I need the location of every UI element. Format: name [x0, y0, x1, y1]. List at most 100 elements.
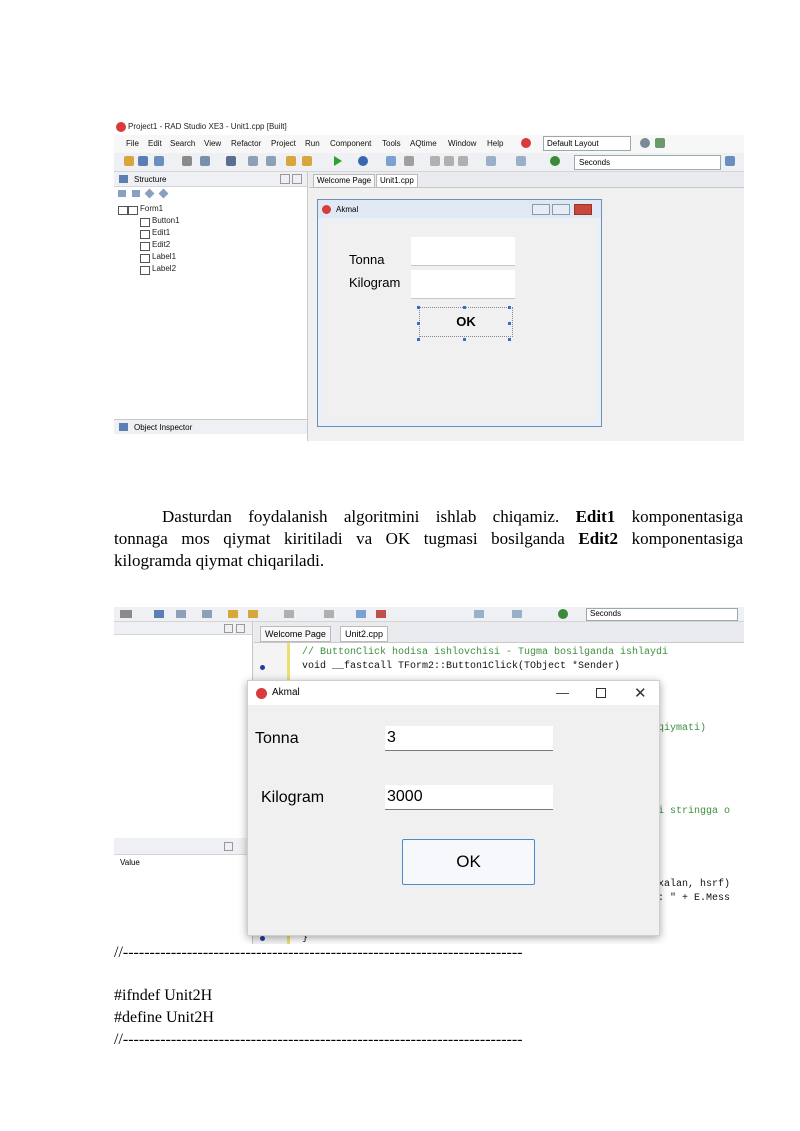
structure-icon [119, 175, 128, 183]
pin-icon[interactable] [280, 174, 290, 184]
tab-welcome-page[interactable]: Welcome Page [313, 174, 376, 188]
maximize-icon[interactable] [552, 204, 570, 215]
project-icon[interactable] [302, 156, 312, 166]
close-panel-icon[interactable] [236, 624, 245, 633]
menu-file[interactable]: File [126, 139, 139, 148]
save-all-icon[interactable] [226, 156, 236, 166]
label-kilogram: Kilogram [349, 275, 401, 290]
step-out-icon[interactable] [458, 156, 468, 166]
code-comment: // ButtonClick hodisa ishlovchisi - Tugm… [302, 647, 669, 658]
target-icon[interactable] [558, 609, 568, 619]
layout-select[interactable]: Default Layout [543, 136, 631, 151]
run-icon[interactable] [334, 156, 342, 166]
save-layout-icon[interactable] [640, 138, 650, 148]
up-icon[interactable] [144, 188, 155, 199]
paragraph-line: tonnaga mos qiymat kiritiladi va OK tugm… [114, 528, 743, 550]
form-client: Tonna Kilogram OK [322, 220, 597, 422]
tab-unit1[interactable]: Unit1.cpp [376, 174, 418, 188]
seconds-select[interactable]: Seconds [574, 155, 721, 170]
kilogram-input[interactable]: 3000 [385, 785, 553, 810]
maximize-icon[interactable] [596, 688, 606, 698]
object-inspector-header [114, 838, 252, 855]
akmal-dialog[interactable]: Akmal — ✕ Tonna 3 Kilogram 3000 OK [247, 680, 660, 936]
edit2-input[interactable] [411, 270, 515, 299]
build-icon[interactable] [200, 156, 210, 166]
folder-icon[interactable] [228, 610, 238, 618]
pause-icon[interactable] [356, 610, 366, 618]
new-icon[interactable] [124, 156, 134, 166]
save-icon[interactable] [154, 156, 164, 166]
description-paragraph: Dasturdan foydalanish algoritmini ishlab… [114, 506, 743, 572]
stop-icon[interactable] [404, 156, 414, 166]
forward-icon[interactable] [516, 156, 526, 166]
menu-project[interactable]: Project [271, 139, 296, 148]
timer-icon[interactable] [725, 156, 735, 166]
tree-item[interactable]: Edit2 [152, 240, 170, 249]
paragraph-line: Dasturdan foydalanish algoritmini ishlab… [114, 506, 743, 528]
menu-help[interactable]: Help [487, 139, 503, 148]
step-icon[interactable] [284, 610, 294, 618]
breakpoint-icon[interactable] [260, 936, 265, 941]
collapse-icon[interactable] [118, 190, 126, 197]
desktop-icon[interactable] [655, 138, 665, 148]
tree-expander-icon[interactable] [118, 206, 128, 215]
tab-unit2[interactable]: Unit2.cpp [340, 626, 389, 642]
expand-icon[interactable] [132, 190, 140, 197]
editor-tabs: Welcome Page Unit2.cpp [254, 622, 744, 643]
project-icon[interactable] [248, 610, 258, 618]
back-icon[interactable] [486, 156, 496, 166]
tree-item[interactable]: Label2 [152, 264, 176, 273]
paste-icon[interactable] [202, 610, 212, 618]
minimize-icon[interactable] [532, 204, 550, 215]
breakpoint-icon[interactable] [260, 665, 265, 670]
tree-item[interactable]: Button1 [152, 216, 180, 225]
kilogram-value: 3000 [387, 788, 423, 805]
copy-icon[interactable] [248, 156, 258, 166]
pin-icon[interactable] [224, 624, 233, 633]
edit1-input[interactable] [411, 237, 515, 266]
seconds-select[interactable]: Seconds [586, 608, 738, 621]
step-over-icon[interactable] [444, 156, 454, 166]
menu-aqtime[interactable]: AQtime [410, 139, 437, 148]
undo-icon[interactable] [182, 156, 192, 166]
down-icon[interactable] [158, 188, 169, 199]
close-icon[interactable]: ✕ [634, 684, 647, 702]
ok-button[interactable]: OK [402, 839, 535, 885]
ok-button[interactable]: OK [419, 307, 513, 337]
save-icon[interactable] [154, 610, 164, 618]
panel-header [114, 622, 252, 635]
text: komponentasiga [631, 507, 744, 526]
paste-icon[interactable] [266, 156, 276, 166]
tonna-input[interactable]: 3 [385, 726, 553, 751]
menu-edit[interactable]: Edit [148, 139, 162, 148]
menu-window[interactable]: Window [448, 139, 476, 148]
tree-item[interactable]: Form1 [140, 204, 163, 213]
tree-item[interactable]: Label1 [152, 252, 176, 261]
menu-tools[interactable]: Tools [382, 139, 401, 148]
open-icon[interactable] [138, 156, 148, 166]
folder-icon[interactable] [286, 156, 296, 166]
tree-item[interactable]: Edit1 [152, 228, 170, 237]
stop-icon[interactable] [376, 610, 386, 618]
close-panel-icon[interactable] [292, 174, 302, 184]
menu-view[interactable]: View [204, 139, 221, 148]
menu-component[interactable]: Component [330, 139, 371, 148]
layout-icon[interactable] [521, 138, 531, 148]
minimize-icon[interactable]: — [556, 685, 569, 700]
tab-welcome-page[interactable]: Welcome Page [260, 626, 331, 642]
target-icon[interactable] [550, 156, 560, 166]
pin-icon[interactable] [224, 842, 233, 851]
menu-search[interactable]: Search [170, 139, 195, 148]
back-icon[interactable] [474, 610, 484, 618]
step-over-icon[interactable] [324, 610, 334, 618]
designed-form[interactable]: Akmal Tonna Kilogram OK [317, 199, 602, 427]
step-icon[interactable] [430, 156, 440, 166]
pause-icon[interactable] [386, 156, 396, 166]
close-icon[interactable] [574, 204, 592, 215]
debug-icon[interactable] [358, 156, 368, 166]
copy-icon[interactable] [176, 610, 186, 618]
toolbar-icon[interactable] [120, 610, 132, 618]
forward-icon[interactable] [512, 610, 522, 618]
menu-run[interactable]: Run [305, 139, 320, 148]
menu-refactor[interactable]: Refactor [231, 139, 261, 148]
